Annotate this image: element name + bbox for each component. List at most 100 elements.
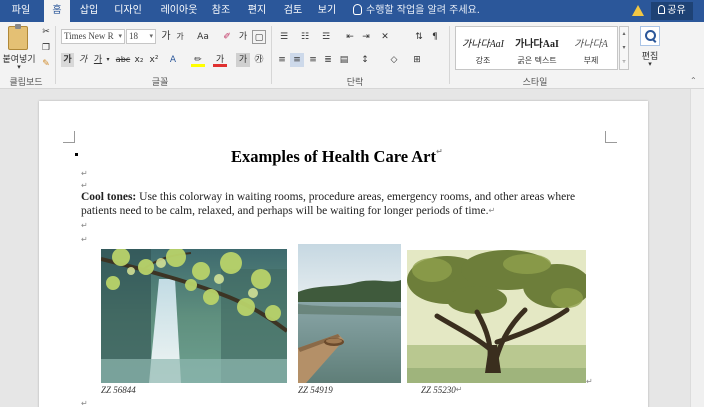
multilevel-list-icon[interactable]: ☲: [318, 30, 334, 44]
style-sample: 가나다AaI: [461, 39, 505, 50]
group-label-font: 글꼴: [151, 78, 169, 88]
waterfall-image: [101, 249, 287, 383]
document-page[interactable]: Examples of Health Care Art ↵ ↵ ↵ Cool to…: [39, 101, 648, 407]
tab-review[interactable]: 검토: [280, 0, 306, 22]
tell-me-box[interactable]: 수행할 작업을 알려 주세요.: [353, 0, 480, 22]
align-right-icon[interactable]: ≡: [306, 53, 320, 67]
tab-home[interactable]: 홈: [44, 0, 70, 22]
photo-caption[interactable]: ZZ 56844: [101, 385, 136, 395]
photo-waterfall[interactable]: [101, 249, 287, 383]
sort-icon[interactable]: ⇅: [412, 30, 426, 44]
align-center-icon[interactable]: ≡: [290, 53, 304, 67]
caption-text: ZZ 55230: [421, 385, 456, 395]
clear-format-icon[interactable]: ✐: [220, 30, 234, 44]
cut-icon[interactable]: ✂: [40, 25, 52, 39]
paste-icon[interactable]: [8, 24, 28, 50]
enclose-char-button[interactable]: ㉮: [252, 53, 266, 67]
search-icon[interactable]: [640, 26, 660, 46]
paragraph-mark: ↵: [81, 181, 88, 190]
style-sample: 가나다A: [574, 39, 608, 50]
bold-button[interactable]: 가: [61, 53, 74, 67]
bullets-icon[interactable]: ☰: [276, 30, 292, 44]
crop-mark: [63, 131, 75, 143]
style-name: 강조: [475, 56, 491, 65]
tree-image: [407, 250, 586, 383]
chevron-down-icon: ▾: [149, 32, 153, 40]
style-subtitle[interactable]: 가나다A 부제: [564, 27, 618, 69]
style-gallery: 가나다AaI 강조 가나다AaI 굵은 텍스트 가나다A 부제: [455, 26, 618, 70]
group-separator: [449, 26, 450, 84]
vertical-scrollbar[interactable]: [690, 89, 704, 407]
share-button[interactable]: 공유: [651, 2, 693, 20]
strikethrough-button[interactable]: abc: [114, 53, 132, 67]
chevron-down-icon[interactable]: ▾: [104, 53, 112, 67]
line-spacing-icon[interactable]: ↕: [357, 53, 373, 67]
format-painter-icon[interactable]: ✎: [40, 57, 52, 71]
style-name: 굵은 텍스트: [517, 56, 557, 65]
group-separator: [55, 26, 56, 84]
char-shading-button[interactable]: 가: [236, 53, 250, 67]
change-case-button[interactable]: Aa: [192, 30, 214, 44]
shading-icon[interactable]: ◇: [386, 53, 402, 67]
style-strong[interactable]: 가나다AaI 굵은 텍스트: [510, 27, 564, 69]
photo-lake-boat[interactable]: [298, 244, 401, 383]
tab-mailings[interactable]: 편지: [244, 0, 270, 22]
font-size-select[interactable]: 18 ▾: [126, 29, 156, 44]
photo-tree[interactable]: [407, 250, 586, 383]
phonetic-guide-button[interactable]: 가: [236, 30, 250, 44]
borders-icon[interactable]: ⊞: [409, 53, 425, 67]
tab-layout[interactable]: 레이아웃: [154, 0, 204, 22]
chevron-down-icon[interactable]: ▾: [645, 60, 655, 68]
style-gallery-scroll[interactable]: ▴ ▾ ▿: [619, 26, 629, 70]
paragraph-mark: ↵: [81, 399, 88, 407]
photo-caption[interactable]: ZZ 55230 ↵: [421, 385, 462, 395]
crop-mark: [605, 131, 617, 143]
collapse-ribbon-icon[interactable]: ⌃: [690, 76, 697, 85]
increase-indent-icon[interactable]: ⇥: [359, 30, 373, 44]
decrease-indent-icon[interactable]: ⇤: [343, 30, 357, 44]
group-label-paragraph: 단락: [346, 78, 364, 88]
font-color-button[interactable]: 가: [213, 53, 227, 67]
body-paragraph[interactable]: Cool tones: Use this colorway in waiting…: [81, 190, 606, 218]
style-sample: 가나다AaI: [515, 39, 559, 50]
font-name-select[interactable]: Times New R ▾: [61, 29, 125, 44]
font-size-value: 18: [129, 31, 138, 41]
paragraph-mark: ↵: [488, 206, 496, 215]
highlight-icon[interactable]: ✏: [191, 53, 205, 67]
paragraph-mark: ↵: [81, 235, 88, 244]
char-border-button[interactable]: ▢: [252, 30, 266, 44]
tab-file[interactable]: 파일: [6, 0, 36, 22]
photo-caption[interactable]: ZZ 54919: [298, 385, 333, 395]
lightbulb-icon: [353, 4, 362, 15]
share-label: 공유: [667, 5, 686, 16]
tab-references[interactable]: 참조: [208, 0, 234, 22]
grow-font-button[interactable]: 가: [160, 30, 172, 44]
paragraph-mark: ↵: [455, 385, 463, 394]
text-effects-icon[interactable]: A: [166, 53, 180, 67]
shrink-font-button[interactable]: 가: [174, 30, 186, 44]
chinese-layout-icon[interactable]: ✕: [378, 30, 392, 44]
subscript-button[interactable]: x₂: [133, 53, 145, 67]
justify-icon[interactable]: ≣: [321, 53, 335, 67]
underline-button[interactable]: 가: [92, 53, 104, 67]
paragraph-mark: ↵: [436, 147, 443, 156]
warning-icon[interactable]: [632, 5, 644, 16]
distribute-icon[interactable]: ▤: [337, 53, 351, 67]
tab-view[interactable]: 보기: [314, 0, 340, 22]
para-text: Use this colorway in waiting rooms, proc…: [81, 191, 576, 217]
copy-icon[interactable]: ❐: [40, 41, 52, 55]
paragraph-mark: ↵: [81, 169, 88, 178]
style-emphasis[interactable]: 가나다AaI 강조: [456, 27, 510, 69]
numbering-icon[interactable]: ☷: [297, 30, 313, 44]
superscript-button[interactable]: x²: [148, 53, 160, 67]
align-left-icon[interactable]: ≡: [275, 53, 289, 67]
italic-button[interactable]: 가: [77, 53, 89, 67]
lake-image: [298, 244, 401, 383]
para-lead: Cool tones:: [81, 191, 137, 203]
chevron-down-icon[interactable]: ▾: [14, 63, 24, 71]
tab-insert[interactable]: 삽입: [76, 0, 102, 22]
document-title[interactable]: Examples of Health Care Art ↵: [231, 147, 443, 167]
document-title-text: Examples of Health Care Art: [231, 147, 437, 166]
show-marks-icon[interactable]: ¶: [428, 30, 442, 44]
tab-design[interactable]: 디자인: [110, 0, 146, 22]
